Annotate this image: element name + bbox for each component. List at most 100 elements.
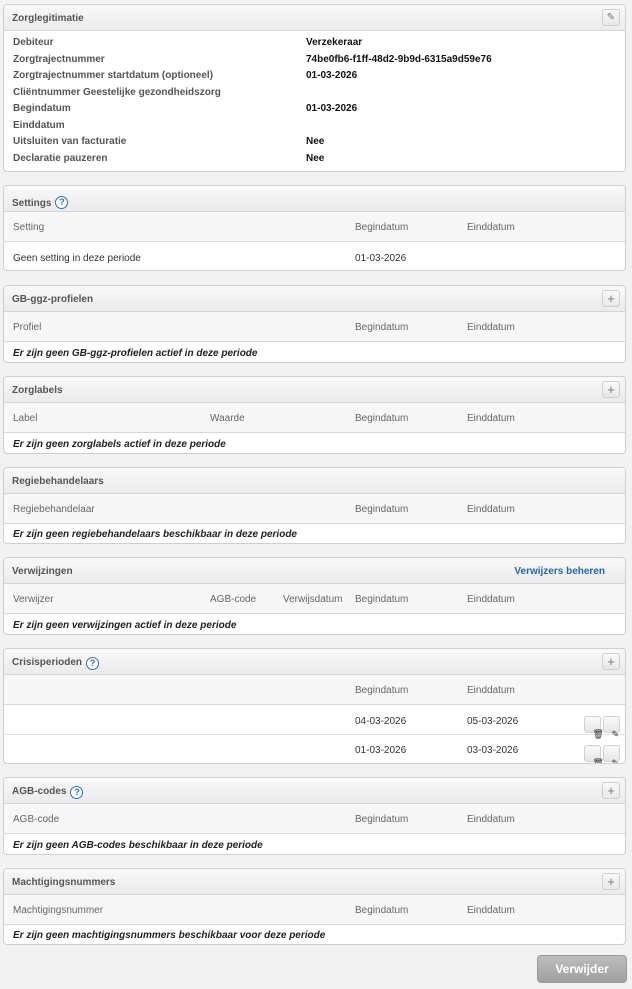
table-header: Regiebehandelaar Begindatum Einddatum <box>4 494 625 524</box>
verwijzingen-panel: Verwijzingen Verwijzers beheren Verwijze… <box>3 557 626 635</box>
column-header-waarde: Waarde <box>210 413 245 424</box>
plus-icon: + <box>607 654 615 669</box>
edit-row-button[interactable]: ✎ <box>603 716 620 739</box>
field-value: Verzekeraar <box>306 37 363 48</box>
panel-header: Zorglabels + <box>4 377 625 403</box>
plus-icon: + <box>607 382 615 397</box>
field-value: Nee <box>306 153 325 164</box>
column-header-begindatum: Begindatum <box>355 413 409 424</box>
panel-title: Regiebehandelaars <box>12 476 104 487</box>
empty-message: Er zijn geen zorglabels actief in deze p… <box>13 439 226 450</box>
empty-message: Er zijn geen verwijzingen actief in deze… <box>13 620 237 631</box>
field-label: Debiteur <box>13 37 54 48</box>
panel-title: AGB-codes <box>12 786 67 797</box>
column-header-setting: Setting <box>13 222 45 233</box>
machtigingsnummers-panel: Machtigingsnummers + Machtigingsnummer B… <box>3 868 626 945</box>
regiebehandelaars-panel: Regiebehandelaars Regiebehandelaar Begin… <box>3 467 626 544</box>
verwijder-button[interactable]: Verwijder <box>537 955 627 983</box>
table-header: Setting Begindatum Einddatum <box>4 212 625 242</box>
add-machtigingsnummer-button[interactable]: + <box>602 873 620 890</box>
column-header-begindatum: Begindatum <box>355 905 409 916</box>
column-header-einddatum: Einddatum <box>467 222 515 233</box>
column-header-begindatum: Begindatum <box>355 322 409 333</box>
edit-button[interactable]: ✎ <box>602 9 620 26</box>
ggz-profielen-panel: GB-ggz-profielen + Profiel Begindatum Ei… <box>3 285 626 363</box>
plus-icon: + <box>607 291 615 306</box>
panel-header: Regiebehandelaars <box>4 468 625 494</box>
pencil-icon: ✎ <box>611 758 620 764</box>
field-value: Nee <box>306 136 325 147</box>
panel-header: Settings? <box>4 186 625 212</box>
field-label: Zorgtrajectnummer <box>13 54 105 65</box>
panel-title: Zorglegitimatie <box>12 13 84 24</box>
field-value: 01-03-2026 <box>306 70 358 81</box>
panel-header: Machtigingsnummers + <box>4 869 625 895</box>
column-header-begindatum: Begindatum <box>355 504 409 515</box>
field-label: Zorgtrajectnummer startdatum (optioneel) <box>13 70 214 81</box>
panel-title-wrap: AGB-codes? <box>12 786 84 799</box>
delete-row-button[interactable]: 🗑 <box>584 716 604 739</box>
help-icon[interactable]: ? <box>70 786 84 799</box>
panel-header: Zorglegitimatie ✎ <box>4 5 625 31</box>
table-header: Begindatum Einddatum <box>4 675 625 705</box>
column-header-begindatum: Begindatum <box>355 814 409 825</box>
plus-icon: + <box>607 874 615 889</box>
settings-panel: Settings? Setting Begindatum Einddatum G… <box>3 185 626 271</box>
column-header-einddatum: Einddatum <box>467 322 515 333</box>
panel-title: Zorglabels <box>12 385 63 396</box>
field-label: Cliëntnummer Geestelijke gezondheidszorg <box>13 87 221 98</box>
panel-title: Verwijzingen <box>12 566 73 577</box>
verwijzers-beheren-link[interactable]: Verwijzers beheren <box>514 566 605 577</box>
column-header-agb-code: AGB-code <box>210 594 257 605</box>
column-header-begindatum: Begindatum <box>355 685 409 696</box>
crisis-begindatum: 01-03-2026 <box>355 745 407 756</box>
table-header: AGB-code Begindatum Einddatum <box>4 804 625 834</box>
panel-header: GB-ggz-profielen + <box>4 286 625 312</box>
edit-row-button[interactable]: ✎ <box>603 745 620 764</box>
column-header-einddatum: Einddatum <box>467 814 515 825</box>
add-profiel-button[interactable]: + <box>602 290 620 307</box>
field-value: 74be0fb6-f1ff-48d2-9b9d-6315a9d59e76 <box>306 54 492 65</box>
zorglegitimatie-panel: Zorglegitimatie ✎ Debiteur Verzekeraar Z… <box>3 4 626 172</box>
column-header-begindatum: Begindatum <box>355 594 409 605</box>
empty-message: Er zijn geen GB-ggz-profielen actief in … <box>13 348 258 359</box>
column-header-label: Label <box>13 413 38 424</box>
panel-header: Verwijzingen Verwijzers beheren <box>4 558 625 584</box>
field-label: Begindatum <box>13 103 71 114</box>
column-header-einddatum: Einddatum <box>467 685 515 696</box>
add-agb-code-button[interactable]: + <box>602 782 620 799</box>
table-row: 01-03-2026 03-03-2026 🗑 ✎ <box>4 735 625 764</box>
field-value: 01-03-2026 <box>306 103 358 114</box>
table-row: Geen setting in deze periode 01-03-2026 <box>4 243 625 270</box>
column-header-einddatum: Einddatum <box>467 413 515 424</box>
add-crisisperiode-button[interactable]: + <box>602 653 620 670</box>
help-icon[interactable]: ? <box>55 196 69 209</box>
agb-codes-panel: AGB-codes? + AGB-code Begindatum Einddat… <box>3 777 626 855</box>
column-header-machtigingsnummer: Machtigingsnummer <box>13 905 104 916</box>
column-header-verwijsdatum: Verwijsdatum <box>283 594 343 605</box>
column-header-regiebehandelaar: Regiebehandelaar <box>13 504 95 515</box>
table-header: Verwijzer AGB-code Verwijsdatum Begindat… <box>4 584 625 614</box>
table-row: 04-03-2026 05-03-2026 🗑 ✎ <box>4 706 625 739</box>
crisis-einddatum: 05-03-2026 <box>467 716 519 727</box>
column-header-verwijzer: Verwijzer <box>13 594 54 605</box>
column-header-einddatum: Einddatum <box>467 905 515 916</box>
table-header: Label Waarde Begindatum Einddatum <box>4 403 625 433</box>
help-icon[interactable]: ? <box>86 657 100 670</box>
column-header-einddatum: Einddatum <box>467 504 515 515</box>
field-label: Einddatum <box>13 120 65 131</box>
zorglabels-panel: Zorglabels + Label Waarde Begindatum Ein… <box>3 376 626 454</box>
add-zorglabel-button[interactable]: + <box>602 381 620 398</box>
panel-title-wrap: Settings? <box>12 196 69 209</box>
panel-title: Machtigingsnummers <box>12 877 116 888</box>
empty-message: Er zijn geen machtigingsnummers beschikb… <box>13 930 326 941</box>
plus-icon: + <box>607 783 615 798</box>
empty-message: Er zijn geen AGB-codes beschikbaar in de… <box>13 840 263 851</box>
panel-title: Settings <box>12 198 52 209</box>
delete-row-button[interactable]: 🗑 <box>584 745 604 763</box>
column-header-einddatum: Einddatum <box>467 594 515 605</box>
setting-begindatum: 01-03-2026 <box>355 253 407 264</box>
column-header-begindatum: Begindatum <box>355 222 409 233</box>
panel-header: Crisisperioden? + <box>4 649 625 675</box>
column-header-profiel: Profiel <box>13 322 42 333</box>
